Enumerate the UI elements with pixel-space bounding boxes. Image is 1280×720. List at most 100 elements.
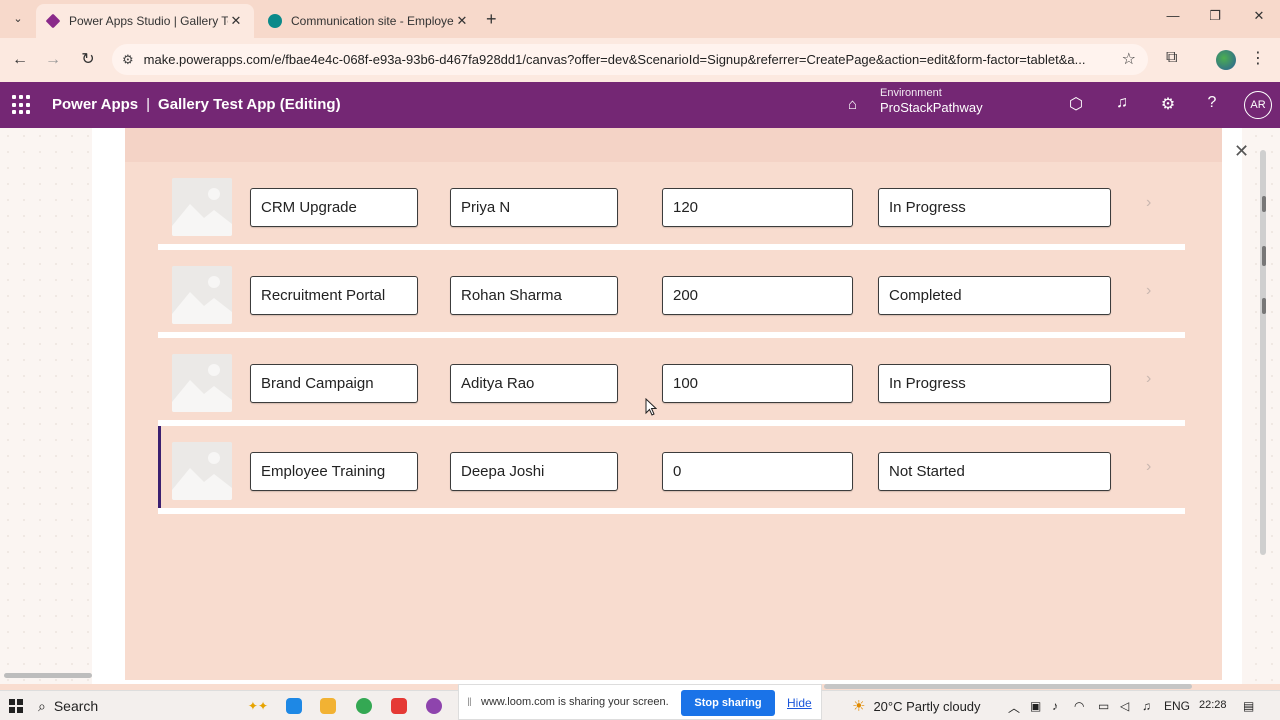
hide-link[interactable]: Hide xyxy=(787,696,812,710)
notifications-bell-icon[interactable]: ♫ xyxy=(1111,94,1133,112)
edge-browser-icon[interactable] xyxy=(286,698,302,714)
scrollbar-marker xyxy=(1262,298,1266,314)
speaker-icon[interactable]: ◁ xyxy=(1120,699,1129,713)
close-tab-icon[interactable]: ✕ xyxy=(228,13,244,29)
title-separator: | xyxy=(146,96,151,113)
value-field[interactable]: 120 xyxy=(662,188,853,227)
status-field[interactable]: Not Started xyxy=(878,452,1111,491)
close-window-icon[interactable]: ✕ xyxy=(1249,8,1269,24)
extensions-puzzle-icon[interactable]: ⧉ xyxy=(1166,49,1177,67)
url-input[interactable] xyxy=(143,52,1148,67)
wifi-icon[interactable]: ◠ xyxy=(1074,699,1084,713)
volume-icon[interactable]: ♫ xyxy=(1142,699,1151,713)
scrollbar-marker xyxy=(1262,196,1266,212)
browser-tab-power-apps[interactable]: Power Apps Studio | Gallery Te ✕ xyxy=(36,4,254,38)
user-avatar[interactable]: AR xyxy=(1244,91,1272,119)
environment-selector[interactable]: Environment ProStackPathway xyxy=(880,87,983,115)
gallery-row[interactable]: Brand Campaign Aditya Rao 100 In Progres… xyxy=(158,338,1185,426)
power-apps-header: Power Apps | Gallery Test App (Editing) ⌂ … xyxy=(0,82,1280,128)
app-header-band xyxy=(125,128,1222,162)
image-placeholder-icon[interactable] xyxy=(172,266,232,324)
forward-arrow-icon[interactable]: → xyxy=(42,49,64,71)
search-icon: ⌕ xyxy=(38,697,46,714)
loom-sharing-bar: ‖ www.loom.com is sharing your screen. S… xyxy=(458,684,822,720)
copilot-sparkle-icon: ✦✦ xyxy=(247,699,268,713)
gallery-row[interactable]: CRM Upgrade Priya N 120 In Progress › xyxy=(158,162,1185,250)
bookmark-star-icon[interactable]: ☆ xyxy=(1122,49,1136,69)
owner-field[interactable]: Aditya Rao xyxy=(450,364,618,403)
search-label: Search xyxy=(53,698,99,714)
tray-app-icon[interactable]: ▣ xyxy=(1030,699,1041,713)
scrollbar-marker xyxy=(1262,246,1266,266)
value-field[interactable]: 200 xyxy=(662,276,853,315)
image-placeholder-icon[interactable] xyxy=(172,354,232,412)
row-separator xyxy=(158,508,1185,514)
browser-profile-avatar[interactable] xyxy=(1216,50,1236,70)
status-field[interactable]: In Progress xyxy=(878,364,1111,403)
drag-handle-icon[interactable]: ‖ xyxy=(467,695,472,709)
new-tab-plus-icon[interactable]: + xyxy=(486,9,497,29)
copilot-icon[interactable]: ⬡ xyxy=(1065,94,1087,114)
minimize-window-icon[interactable]: — xyxy=(1163,8,1183,23)
close-icon[interactable]: ✕ xyxy=(1234,141,1249,162)
battery-icon[interactable]: ▭ xyxy=(1098,699,1109,713)
windows-start-icon[interactable] xyxy=(9,699,23,713)
sharing-message: www.loom.com is sharing your screen. xyxy=(481,696,669,708)
chevron-right-icon[interactable]: › xyxy=(1146,194,1151,212)
language-indicator[interactable]: ENG xyxy=(1164,699,1190,713)
address-bar[interactable]: ⚙ ☆ xyxy=(112,44,1148,75)
browser-tab-communication-site[interactable]: Communication site - Employe ✕ xyxy=(258,4,480,38)
value-field[interactable]: 100 xyxy=(662,364,853,403)
stop-sharing-button[interactable]: Stop sharing xyxy=(681,690,775,716)
chevron-right-icon[interactable]: › xyxy=(1146,458,1151,476)
project-name-field[interactable]: Recruitment Portal xyxy=(250,276,418,315)
file-explorer-icon[interactable] xyxy=(320,698,336,714)
partly-cloudy-icon: ☀ xyxy=(852,698,866,715)
chevron-right-icon[interactable]: › xyxy=(1146,282,1151,300)
tab-title: Communication site - Employe xyxy=(291,14,454,28)
image-placeholder-icon[interactable] xyxy=(172,178,232,236)
gallery[interactable]: CRM Upgrade Priya N 120 In Progress › Re… xyxy=(158,162,1185,514)
status-field[interactable]: In Progress xyxy=(878,188,1111,227)
owner-field[interactable]: Priya N xyxy=(450,188,618,227)
environment-name: ProStackPathway xyxy=(880,100,983,115)
selected-row-indicator xyxy=(158,426,161,508)
close-tab-icon[interactable]: ✕ xyxy=(454,13,470,29)
environment-label: Environment xyxy=(880,87,942,99)
brand-name[interactable]: Power Apps xyxy=(52,96,138,113)
site-info-icon[interactable]: ⚙ xyxy=(122,52,134,68)
browser-menu-icon[interactable]: ⋮ xyxy=(1250,48,1266,68)
chrome-browser-icon[interactable] xyxy=(356,698,372,714)
status-field[interactable]: Completed xyxy=(878,276,1111,315)
tab-search-chevron-icon[interactable]: ⌄ xyxy=(8,9,28,29)
project-name-field[interactable]: Employee Training xyxy=(250,452,418,491)
notification-center-icon[interactable]: ▤ xyxy=(1243,699,1254,713)
owner-field[interactable]: Deepa Joshi xyxy=(450,452,618,491)
microphone-icon[interactable]: ♪ xyxy=(1052,699,1058,713)
help-question-icon[interactable]: ? xyxy=(1201,94,1223,112)
back-arrow-icon[interactable]: ← xyxy=(9,49,31,71)
project-name-field[interactable]: Brand Campaign xyxy=(250,364,418,403)
chevron-right-icon[interactable]: › xyxy=(1146,370,1151,388)
horizontal-scrollbar[interactable] xyxy=(824,684,1192,689)
reload-icon[interactable]: ↻ xyxy=(77,49,99,71)
gallery-row-selected[interactable]: Employee Training Deepa Joshi 0 Not Star… xyxy=(158,426,1185,514)
app-launcher-waffle-icon[interactable] xyxy=(12,95,32,115)
restore-window-icon[interactable]: ❐ xyxy=(1205,8,1225,24)
youtube-icon[interactable] xyxy=(391,698,407,714)
gallery-row[interactable]: Recruitment Portal Rohan Sharma 200 Comp… xyxy=(158,250,1185,338)
environment-icon[interactable]: ⌂ xyxy=(848,96,857,113)
browser-toolbar: ← → ↻ ⚙ ☆ xyxy=(0,38,1280,82)
owner-field[interactable]: Rohan Sharma xyxy=(450,276,618,315)
value-field[interactable]: 0 xyxy=(662,452,853,491)
tray-chevron-up-icon[interactable]: ︿ xyxy=(1008,699,1020,716)
project-name-field[interactable]: CRM Upgrade xyxy=(250,188,418,227)
weather-text: 20°C Partly cloudy xyxy=(873,698,981,714)
taskbar-search[interactable]: ⌕ Search ✦✦ xyxy=(38,694,268,718)
app-icon[interactable] xyxy=(426,698,442,714)
image-placeholder-icon[interactable] xyxy=(172,442,232,500)
taskbar-clock[interactable]: 22:28 xyxy=(1199,699,1227,711)
horizontal-scrollbar[interactable] xyxy=(4,673,92,678)
settings-gear-icon[interactable]: ⚙ xyxy=(1157,94,1179,114)
weather-widget[interactable]: ☀ 20°C Partly cloudy xyxy=(852,697,981,715)
